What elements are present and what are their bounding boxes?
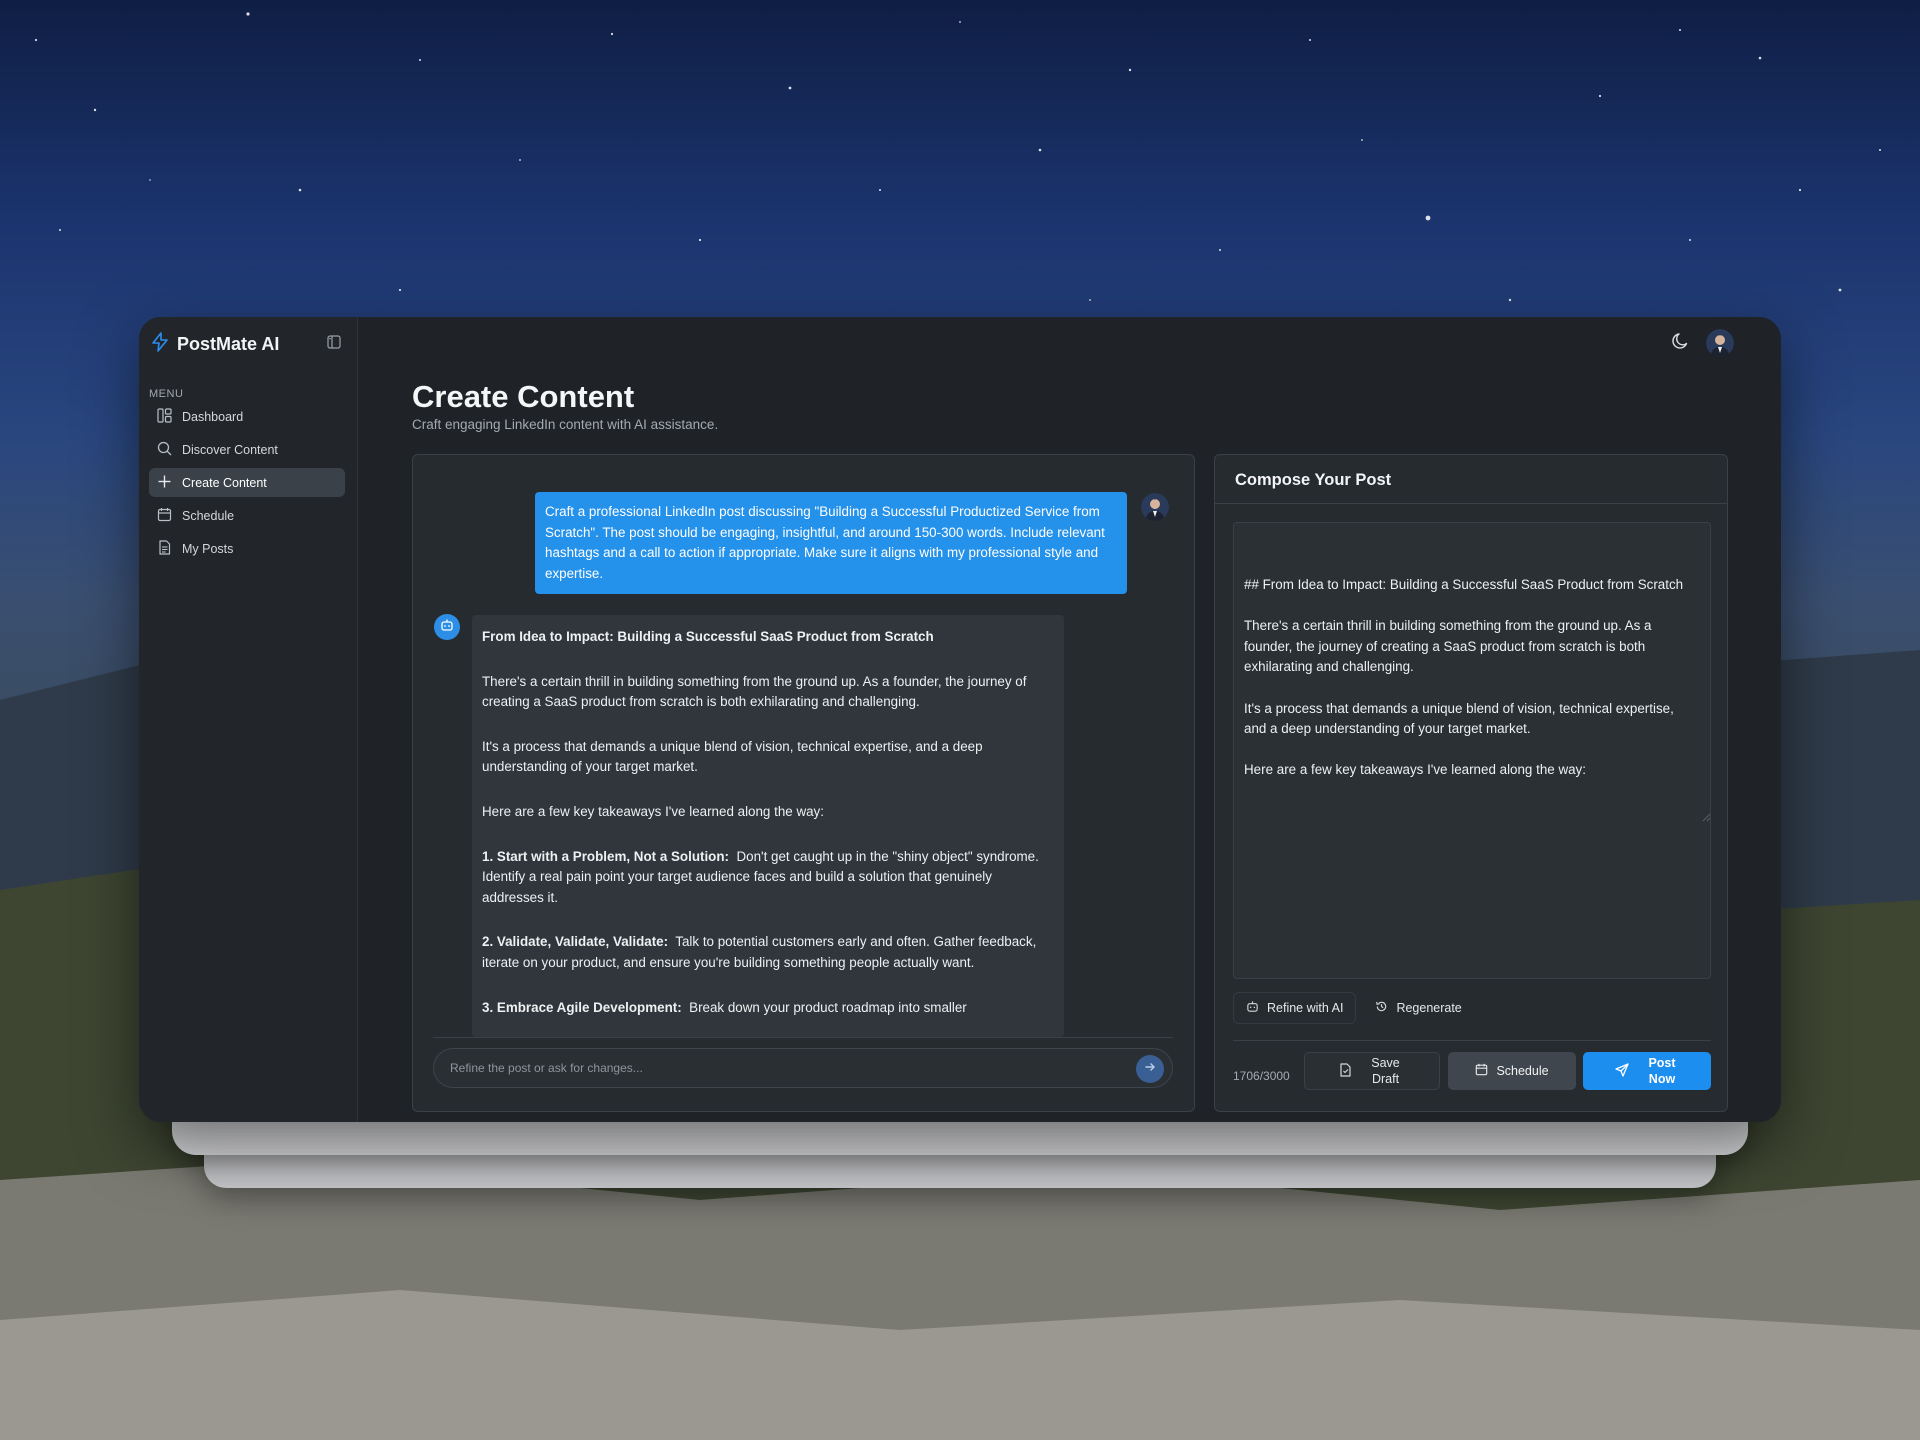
refine-with-ai-button[interactable]: Refine with AI: [1233, 992, 1357, 1024]
assistant-paragraph: There's a certain thrill in building som…: [482, 673, 1027, 710]
chat-input-container: [433, 1048, 1173, 1088]
save-file-icon: [1339, 1062, 1352, 1080]
button-label: Regenerate: [1396, 1001, 1462, 1015]
chat-panel: Craft a professional LinkedIn post discu…: [412, 454, 1195, 1112]
compose-panel: Compose Your Post ## From Idea to Impact…: [1214, 454, 1728, 1112]
moon-icon: [1672, 332, 1690, 355]
brand[interactable]: PostMate AI: [151, 329, 279, 359]
assistant-message: From Idea to Impact: Building a Successf…: [472, 615, 1064, 1037]
editor-line: It's a process that demands a unique ble…: [1244, 700, 1674, 737]
character-count: 1706/3000: [1233, 1069, 1290, 1083]
point-body: Break down your product roadmap into sma…: [689, 999, 967, 1015]
theme-toggle-button[interactable]: [1669, 331, 1693, 355]
button-label: Post Now: [1648, 1056, 1676, 1086]
app-window: PostMate AI MENU Dashboard Discover Cont…: [139, 317, 1781, 1122]
bot-avatar: [434, 614, 460, 640]
brand-name: PostMate AI: [177, 333, 280, 354]
sidebar: PostMate AI MENU Dashboard Discover Cont…: [139, 317, 358, 1122]
sidebar-item-label: Schedule: [182, 508, 235, 523]
compose-divider: [1215, 503, 1727, 504]
schedule-button[interactable]: Schedule: [1448, 1052, 1576, 1090]
sidebar-item-label: Discover Content: [182, 442, 278, 457]
compose-title: Compose Your Post: [1235, 471, 1392, 489]
user-message-avatar: [1141, 493, 1169, 521]
assistant-paragraph: Here are a few key takeaways I've learne…: [482, 803, 824, 819]
page-subtitle: Craft engaging LinkedIn content with AI …: [412, 417, 719, 432]
sidebar-item-label: My Posts: [182, 541, 234, 556]
dashboard-icon: [157, 407, 172, 426]
point-title: 2. Validate, Validate, Validate:: [482, 934, 669, 950]
assistant-point-2: 2. Validate, Validate, Validate: Talk to…: [482, 932, 1054, 973]
history-icon: [1375, 1000, 1388, 1016]
robot-icon: [440, 618, 454, 637]
lightning-bolt-icon: [151, 331, 169, 357]
calendar-icon: [1475, 1063, 1488, 1079]
ai-actions: Refine with AI Regenerate: [1233, 992, 1475, 1024]
post-now-button[interactable]: Post Now: [1583, 1052, 1711, 1090]
post-editor[interactable]: ## From Idea to Impact: Building a Succe…: [1233, 522, 1711, 979]
search-icon: [157, 441, 172, 459]
button-label: Save Draft: [1371, 1056, 1400, 1086]
document-icon: [157, 539, 172, 558]
sidebar-item-label: Dashboard: [182, 409, 244, 424]
menu-label: MENU: [149, 388, 184, 400]
chat-divider: [433, 1037, 1173, 1038]
sidebar-item-dashboard[interactable]: Dashboard: [149, 402, 345, 431]
send-button[interactable]: [1136, 1055, 1164, 1083]
assistant-paragraph: It's a process that demands a unique ble…: [482, 738, 983, 775]
sidebar-item-label: Create Content: [182, 475, 267, 490]
editor-line: There's a certain thrill in building som…: [1244, 618, 1652, 675]
refine-input[interactable]: [450, 1049, 1130, 1087]
sidebar-item-schedule[interactable]: Schedule: [149, 501, 345, 530]
user-avatar[interactable]: [1706, 329, 1734, 357]
point-title: 3. Embrace Agile Development:: [482, 999, 682, 1015]
resize-handle-icon[interactable]: [1701, 809, 1711, 822]
arrow-right-icon: [1144, 1060, 1156, 1078]
sidebar-item-discover-content[interactable]: Discover Content: [149, 435, 345, 464]
sidebar-nav: Dashboard Discover Content Create Conten…: [149, 402, 345, 567]
page-title: Create Content: [412, 379, 635, 414]
calendar-icon: [157, 507, 172, 525]
sidebar-item-create-content[interactable]: Create Content: [149, 468, 345, 497]
assistant-point-1: 1. Start with a Problem, Not a Solution:…: [482, 847, 1054, 909]
editor-line: ## From Idea to Impact: Building a Succe…: [1244, 577, 1684, 592]
editor-line: Here are a few key takeaways I've learne…: [1244, 762, 1586, 778]
compose-footer-divider: [1233, 1040, 1711, 1041]
robot-icon: [1246, 1000, 1259, 1016]
button-label: Refine with AI: [1267, 1001, 1344, 1015]
regenerate-button[interactable]: Regenerate: [1362, 992, 1475, 1024]
save-draft-button[interactable]: Save Draft: [1304, 1052, 1440, 1090]
assistant-point-3: 3. Embrace Agile Development: Break down…: [482, 998, 1054, 1019]
sidebar-toggle-icon: [327, 334, 341, 354]
user-message-bubble: Craft a professional LinkedIn post discu…: [535, 492, 1127, 595]
button-label: Schedule: [1496, 1064, 1549, 1078]
plus-icon: [157, 474, 172, 492]
send-icon: [1615, 1062, 1629, 1080]
sidebar-collapse-button[interactable]: [323, 333, 345, 355]
assistant-message-title: From Idea to Impact: Building a Successf…: [482, 629, 934, 644]
sidebar-item-my-posts[interactable]: My Posts: [149, 534, 345, 563]
point-title: 1. Start with a Problem, Not a Solution:: [482, 848, 730, 864]
